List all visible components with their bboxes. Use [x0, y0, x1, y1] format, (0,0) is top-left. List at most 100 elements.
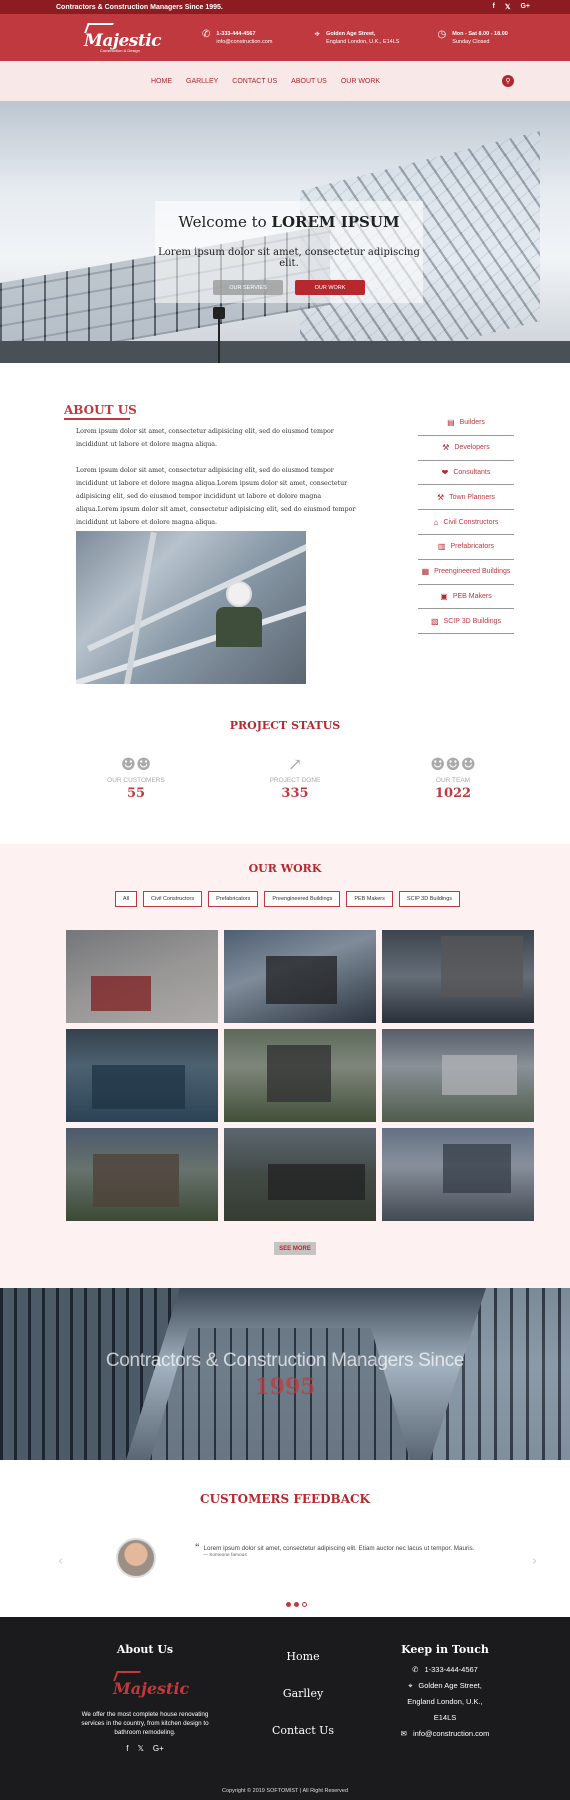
stat-label: OUR CUSTOMERS [107, 777, 165, 784]
google-plus-icon[interactable]: G+ [520, 3, 530, 11]
prev-arrow-icon[interactable]: ‹ [58, 1554, 63, 1569]
nav-home[interactable]: HOME [151, 78, 172, 85]
service-item[interactable]: ▤ Builders [418, 411, 514, 436]
carousel-dot[interactable] [294, 1602, 299, 1607]
footer-link-contact[interactable]: Contact Us [270, 1724, 336, 1737]
footer-about-text: We offer the most complete house renovat… [81, 1711, 209, 1736]
header-address-line2: England London, U.K., E14LS [326, 38, 400, 45]
carousel-dots [286, 1602, 307, 1607]
hero-title-prefix: Welcome to [178, 213, 272, 231]
service-item[interactable]: ⚒ Town Planners [418, 485, 514, 511]
footer-about: About Us Majestic We offer the most comp… [70, 1643, 220, 1753]
filter-button[interactable]: Preengineered Buildings [264, 891, 341, 907]
tagline: Contractors & Construction Managers Sinc… [56, 3, 223, 11]
our-work-section: OUR WORK All Civil Constructors Prefabrica… [0, 844, 570, 1288]
team-icon: ☻☻☻ [430, 755, 476, 775]
service-label: Consultants [453, 468, 491, 476]
footer-address-line1: Golden Age Street, [418, 1681, 482, 1690]
stat-label: OUR TEAM [435, 777, 471, 784]
testimonial-quote: “Lorem ipsum dolor sit amet, consectetur… [195, 1542, 474, 1552]
work-gallery [66, 930, 534, 1221]
phone-icon: ✆ [202, 28, 211, 40]
gallery-item-overlay [382, 1128, 534, 1221]
service-item[interactable]: ▥ Prefabricators [418, 535, 514, 560]
facebook-icon[interactable]: f [126, 1744, 128, 1753]
google-plus-icon[interactable]: G+ [153, 1744, 164, 1753]
nav-contact-us[interactable]: CONTACT US [232, 78, 277, 85]
gallery-item[interactable] [224, 1029, 376, 1122]
twitter-icon[interactable]: 𝕏 [137, 1744, 143, 1753]
filter-button[interactable]: PEB Makers [346, 891, 393, 907]
our-work-title: OUR WORK [248, 862, 322, 875]
gallery-item[interactable] [224, 930, 376, 1023]
service-item[interactable]: ▣ PEB Makers [418, 585, 514, 610]
university-icon: ▣ [440, 591, 448, 601]
see-more-button[interactable]: SEE MORE [274, 1242, 316, 1255]
service-label: Builders [459, 419, 485, 427]
footer-email[interactable]: info@construction.com [413, 1729, 489, 1738]
industry-icon: ▦ [421, 567, 430, 577]
footer: About Us Majestic We offer the most comp… [0, 1617, 570, 1800]
header-hours-line1: Mon - Sat 8.00 - 18.00 [452, 30, 508, 37]
carousel-dot[interactable] [286, 1602, 291, 1607]
service-item[interactable]: ⚒ Developers [418, 436, 514, 461]
our-services-button[interactable]: OUR SERVIES [213, 280, 283, 295]
footer-contact-title: Keep in Touch [401, 1643, 489, 1656]
footer-logo[interactable]: Majestic [111, 1670, 189, 1702]
hero-buttons: OUR SERVIES OUR WORK [155, 280, 423, 295]
header-hours: ◷ Mon - Sat 8.00 - 18.00 Sunday Closed [437, 29, 508, 46]
services-list: ▤ Builders ⚒ Developers ❤ Consultants ⚒ Town Pl… [418, 411, 514, 635]
footer-link-home[interactable]: Home [270, 1650, 336, 1663]
map-pin-icon: ⌖ [314, 28, 321, 40]
feedback-title: CUSTOMERS FEEDBACK [200, 1492, 370, 1506]
hero-banner: Welcome to LOREM IPSUM Lorem ipsum dolor… [0, 101, 570, 363]
service-item[interactable]: ⌂ Civil Constructors [418, 510, 514, 535]
footer-link-garlley[interactable]: Garlley [270, 1687, 336, 1700]
header-phone-number[interactable]: 1-333-444-4567 [216, 31, 255, 37]
carousel-dot[interactable] [302, 1602, 307, 1607]
banner-text: Contractors & Construction Managers Sinc… [105, 1350, 465, 1371]
stat-value: 55 [126, 786, 146, 801]
city-icon: ▥ [437, 542, 446, 552]
nav-about-us[interactable]: ABOUT US [291, 78, 327, 85]
twitter-icon[interactable]: 𝕏 [505, 3, 511, 11]
service-item[interactable]: ▧ SCIP 3D Buildings [418, 609, 514, 635]
search-icon[interactable]: ⚲ [502, 75, 514, 87]
service-item[interactable]: ❤ Consultants [418, 461, 514, 486]
phone-icon: ✆ [412, 1665, 419, 1674]
gallery-item[interactable] [66, 1128, 218, 1221]
our-work-button[interactable]: OUR WORK [295, 280, 365, 295]
gallery-item-overlay [66, 1128, 218, 1221]
stat-team: ☻☻☻ OUR TEAM 1022 [393, 755, 513, 801]
hero-title: Welcome to LOREM IPSUM [155, 213, 423, 231]
footer-contact: Keep in Touch ✆ 1-333-444-4567 ⌖ Golden Ag… [395, 1643, 495, 1742]
footer-logo-text: Majestic [113, 1679, 190, 1698]
footer-about-title: About Us [116, 1643, 174, 1656]
stat-projects: ↗ PROJECT DONE 335 [235, 755, 355, 801]
filter-button[interactable]: Civil Constructors [143, 891, 203, 907]
facebook-icon[interactable]: f [492, 3, 494, 11]
service-label: Civil Constructors [443, 518, 499, 526]
gallery-item[interactable] [382, 1029, 534, 1122]
nav-our-work[interactable]: OUR WORK [341, 78, 380, 85]
gallery-item[interactable] [382, 930, 534, 1023]
filter-button[interactable]: SCIP 3D Buildings [398, 891, 461, 907]
logo[interactable]: Majestic Construction & Design [82, 22, 162, 54]
next-arrow-icon[interactable]: › [532, 1554, 537, 1569]
service-item[interactable]: ▦ Preengineered Buildings [418, 560, 514, 585]
filter-button[interactable]: Prefabricators [208, 891, 259, 907]
service-label: Prefabricators [450, 543, 495, 551]
gallery-item[interactable] [224, 1128, 376, 1221]
filter-button[interactable]: All [114, 891, 138, 907]
header: Majestic Construction & Design ✆ 1-333-4… [0, 14, 570, 61]
worker-body [216, 607, 262, 647]
street-lamp-head [213, 307, 225, 319]
header-address: ⌖ Golden Age Street, England London, U.K.… [314, 28, 400, 46]
gallery-item[interactable] [382, 1128, 534, 1221]
footer-phone[interactable]: 1-333-444-4567 [424, 1665, 477, 1674]
header-email[interactable]: info@construction.com [216, 39, 272, 45]
gallery-item[interactable] [66, 1029, 218, 1122]
feedback-section: CUSTOMERS FEEDBACK ‹ › “Lorem ipsum dolo… [0, 1460, 570, 1627]
gallery-item[interactable] [66, 930, 218, 1023]
nav-garlley[interactable]: GARLLEY [186, 78, 218, 85]
